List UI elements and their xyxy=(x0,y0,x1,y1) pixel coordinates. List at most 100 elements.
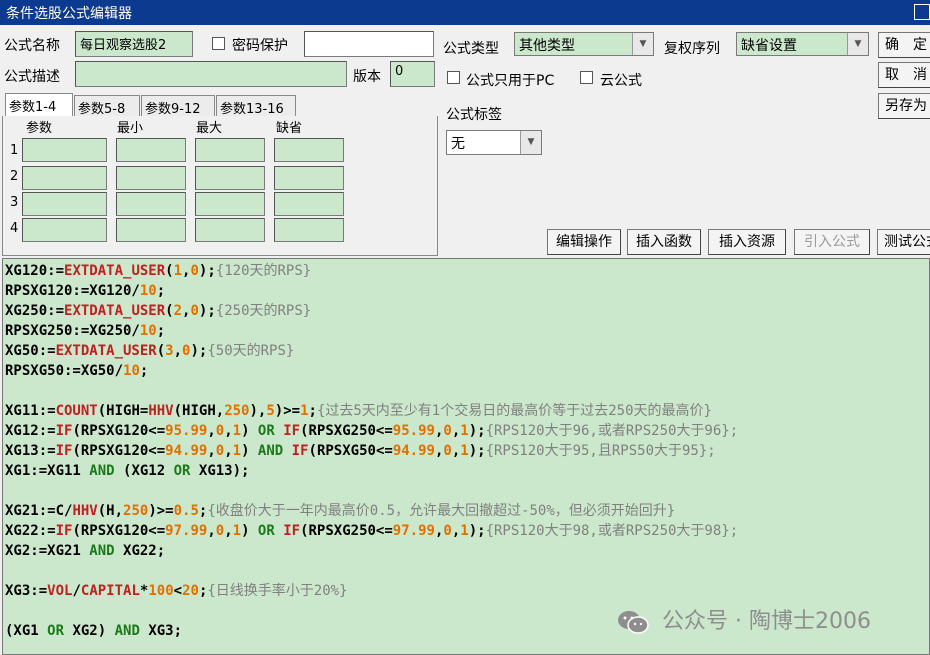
code-token: , xyxy=(451,423,461,439)
code-token: / xyxy=(72,583,81,599)
password-checkbox[interactable] xyxy=(212,37,225,50)
code-token: 1 xyxy=(232,443,242,459)
param2-max-input[interactable] xyxy=(195,166,265,190)
param4-max-input[interactable] xyxy=(195,218,265,242)
code-line[interactable] xyxy=(5,561,738,581)
code-token: AND xyxy=(114,623,140,639)
code-token: 1 xyxy=(460,423,469,439)
param2-name-input[interactable] xyxy=(22,166,107,190)
code-line[interactable]: XG21:=C/HHV(H,250)>=0.5;{收盘价大于一年内最高价0.5，… xyxy=(5,501,738,521)
code-line[interactable]: XG3:=VOL/CAPITAL*100<20;{日线换手率小于20%} xyxy=(5,581,738,601)
code-token: 94.99 xyxy=(392,443,435,459)
code-token: ( xyxy=(156,343,166,359)
code-token: 1 xyxy=(232,523,242,539)
formula-desc-input[interactable] xyxy=(75,61,347,87)
code-token: XG250:= xyxy=(5,303,65,319)
chevron-down-icon[interactable]: ▼ xyxy=(847,33,868,55)
formula-editor[interactable]: XG120:=EXTDATA_USER(1,0);{120天的RPS} RPSXG… xyxy=(2,258,930,655)
test-formula-button[interactable]: 测试公式 xyxy=(877,229,930,255)
watermark-text: 公众号 · 陶博士2006 xyxy=(662,609,871,634)
code-token: ( xyxy=(165,263,174,279)
code-line[interactable]: XG22:=IF(RPSXG120<=97.99,0,1) OR IF(RPSX… xyxy=(5,521,738,541)
formula-type-select[interactable]: 其他类型 ▼ xyxy=(514,32,654,56)
tab-params-5-8[interactable]: 参数5-8 xyxy=(74,95,140,117)
code-line[interactable] xyxy=(5,381,738,401)
chevron-down-icon[interactable]: ▼ xyxy=(632,33,653,55)
code-line[interactable]: XG250:=EXTDATA_USER(2,0);{250天的RPS} xyxy=(5,301,738,321)
tab-params-13-16[interactable]: 参数13-16 xyxy=(216,95,296,117)
code-line[interactable]: XG2:=XG21 AND XG22; xyxy=(5,541,738,561)
ok-button[interactable]: 确 定 xyxy=(878,32,930,58)
param2-default-input[interactable] xyxy=(274,166,344,190)
formula-code[interactable]: XG120:=EXTDATA_USER(1,0);{120天的RPS} RPSXG… xyxy=(5,261,738,641)
code-token: 0 xyxy=(443,423,452,439)
param3-default-input[interactable] xyxy=(274,192,344,216)
code-token: , xyxy=(224,423,233,439)
param1-default-input[interactable] xyxy=(274,138,344,162)
code-line[interactable]: XG1:=XG11 AND (XG12 OR XG13); xyxy=(5,461,738,481)
code-token: (H, xyxy=(97,503,124,519)
code-token: IF xyxy=(283,523,301,539)
param2-min-input[interactable] xyxy=(116,166,186,190)
version-input[interactable]: 0 xyxy=(390,61,435,87)
cancel-button[interactable]: 取 消 xyxy=(878,62,930,88)
code-line[interactable] xyxy=(5,481,738,501)
code-comment: {RPS120大于95,且RPS50大于95}; xyxy=(485,443,716,459)
password-input[interactable] xyxy=(304,31,434,57)
code-token: (HIGH, xyxy=(173,403,225,419)
code-token: XG2:=XG21 xyxy=(5,543,90,559)
code-token: RPSXG50:=XG50/ xyxy=(5,363,124,379)
formula-tag-select[interactable]: 无 ▼ xyxy=(446,130,542,155)
param4-min-input[interactable] xyxy=(116,218,186,242)
code-token: 1 xyxy=(460,443,469,459)
param-header-name: 参数 xyxy=(26,121,53,136)
param4-name-input[interactable] xyxy=(22,218,107,242)
maximize-icon[interactable] xyxy=(914,4,930,20)
formula-type-value: 其他类型 xyxy=(519,38,575,54)
code-token: EXTDATA_USER xyxy=(55,343,157,359)
chevron-down-icon[interactable]: ▼ xyxy=(520,131,541,154)
insert-resource-button[interactable]: 插入资源 xyxy=(708,229,786,255)
param4-default-input[interactable] xyxy=(274,218,344,242)
param1-min-input[interactable] xyxy=(116,138,186,162)
param3-name-input[interactable] xyxy=(22,192,107,216)
cloud-formula-label: 云公式 xyxy=(600,73,642,89)
param-row-number: 1 xyxy=(10,143,19,158)
code-line[interactable]: RPSXG50:=XG50/10; xyxy=(5,361,738,381)
param1-max-input[interactable] xyxy=(195,138,265,162)
code-line[interactable]: XG50:=EXTDATA_USER(3,0);{50天的RPS} xyxy=(5,341,738,361)
code-line[interactable]: XG120:=EXTDATA_USER(1,0);{120天的RPS} xyxy=(5,261,738,281)
code-token: 0.5 xyxy=(173,503,199,519)
code-line[interactable]: XG11:=COUNT(HIGH=HHV(HIGH,250),5)>=1;{过去… xyxy=(5,401,738,421)
tab-params-1-4[interactable]: 参数1-4 xyxy=(5,93,73,116)
code-token: 95.99 xyxy=(392,423,435,439)
param1-name-input[interactable] xyxy=(22,138,107,162)
fuquan-select[interactable]: 缺省设置 ▼ xyxy=(736,32,869,56)
formula-name-input[interactable]: 每日观察选股2 xyxy=(75,31,193,57)
code-comment: {RPS120大于96,或者RPS250大于96}; xyxy=(485,423,739,439)
code-token: 0 xyxy=(190,303,199,319)
save-as-button[interactable]: 另存为 xyxy=(878,93,930,119)
tab-params-9-12[interactable]: 参数9-12 xyxy=(141,95,215,117)
param3-max-input[interactable] xyxy=(195,192,265,216)
param3-min-input[interactable] xyxy=(116,192,186,216)
code-line[interactable]: RPSXG250:=XG250/10; xyxy=(5,321,738,341)
code-token: COUNT xyxy=(55,403,98,419)
formula-name-label: 公式名称 xyxy=(4,38,60,54)
code-token: 10 xyxy=(123,363,140,379)
code-token: (RPSXG50<= xyxy=(308,443,393,459)
code-token: 2 xyxy=(173,303,183,319)
code-token: ; xyxy=(156,283,166,299)
code-line[interactable]: XG13:=IF(RPSXG120<=94.99,0,1) AND IF(RPS… xyxy=(5,441,738,461)
insert-function-button[interactable]: 插入函数 xyxy=(627,229,701,255)
code-line[interactable]: RPSXG120:=XG120/10; xyxy=(5,281,738,301)
import-formula-button[interactable]: 引入公式 xyxy=(794,229,870,255)
pc-only-checkbox[interactable] xyxy=(447,71,460,84)
code-comment: {120天的RPS} xyxy=(215,263,312,279)
version-label: 版本 xyxy=(353,69,381,85)
cloud-formula-checkbox[interactable] xyxy=(580,71,593,84)
code-line[interactable]: XG12:=IF(RPSXG120<=95.99,0,1) OR IF(RPSX… xyxy=(5,421,738,441)
edit-ops-button[interactable]: 编辑操作 xyxy=(547,229,621,255)
code-token: EXTDATA_USER xyxy=(64,263,166,279)
